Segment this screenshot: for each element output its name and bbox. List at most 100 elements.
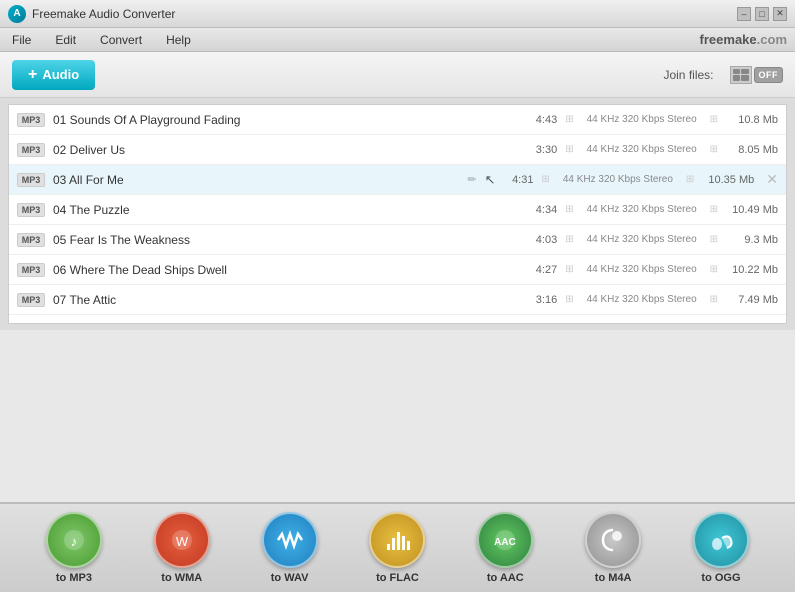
- list-and-space: MP3 01 Sounds Of A Playground Fading 4:4…: [0, 98, 795, 502]
- file-duration: 4:27: [527, 264, 557, 276]
- table-row[interactable]: MP3 05 Fear Is The Weakness 4:03 ⊞ 44 KH…: [9, 225, 786, 255]
- svg-text:♪: ♪: [71, 534, 78, 549]
- convert-label: to FLAC: [376, 572, 419, 584]
- join-toggle[interactable]: OFF: [730, 66, 784, 84]
- file-size: 10.22 Mb: [726, 264, 778, 276]
- file-meta: 44 KHz 320 Kbps Stereo: [582, 294, 702, 305]
- file-meta: 44 KHz 320 Kbps Stereo: [582, 114, 702, 125]
- icon-ogg-icon: [693, 512, 749, 568]
- table-row[interactable]: MP3 06 Where The Dead Ships Dwell 4:27 ⊞…: [9, 255, 786, 285]
- file-size: 10.35 Mb: [702, 174, 754, 186]
- convert-toogg-button[interactable]: to OGG: [676, 512, 766, 584]
- file-duration: 4:31: [503, 174, 533, 186]
- file-size: 7.49 Mb: [726, 294, 778, 306]
- menu-convert[interactable]: Convert: [96, 31, 146, 49]
- plus-icon: +: [28, 66, 37, 84]
- convert-label: to WMA: [161, 572, 202, 584]
- format-badge: MP3: [17, 233, 45, 247]
- format-badge: MP3: [17, 203, 45, 217]
- menu-help[interactable]: Help: [162, 31, 195, 49]
- convert-toflac-button[interactable]: to FLAC: [352, 512, 442, 584]
- file-duration: 4:43: [527, 114, 557, 126]
- separator: ⊞: [565, 264, 573, 275]
- grid-icon: [730, 66, 752, 84]
- file-meta: 44 KHz 320 Kbps Stereo: [582, 204, 702, 215]
- minimize-button[interactable]: –: [737, 7, 751, 21]
- icon-wav-icon: [262, 512, 318, 568]
- toggle-off-button[interactable]: OFF: [754, 67, 784, 83]
- edit-icon[interactable]: ✏: [467, 173, 476, 186]
- separator: ⊞: [565, 234, 573, 245]
- file-name: 02 Deliver Us: [53, 143, 519, 157]
- convert-label: to WAV: [271, 572, 309, 584]
- separator2: ⊞: [686, 174, 694, 185]
- file-size: 9.3 Mb: [726, 234, 778, 246]
- separator: ⊞: [565, 294, 573, 305]
- file-list[interactable]: MP3 01 Sounds Of A Playground Fading 4:4…: [8, 104, 787, 324]
- menu-edit[interactable]: Edit: [51, 31, 80, 49]
- format-badge: MP3: [17, 113, 45, 127]
- separator2: ⊞: [710, 204, 718, 215]
- table-row[interactable]: MP3 07 The Attic 3:16 ⊞ 44 KHz 320 Kbps …: [9, 285, 786, 315]
- add-audio-button[interactable]: + Audio: [12, 60, 95, 90]
- menu-file[interactable]: File: [8, 31, 35, 49]
- format-badge: MP3: [17, 143, 45, 157]
- file-meta: 44 KHz 320 Kbps Stereo: [582, 234, 702, 245]
- separator2: ⊞: [710, 294, 718, 305]
- file-name: 03 All For Me: [53, 173, 459, 187]
- menu-bar: File Edit Convert Help freemake.com: [0, 28, 795, 52]
- convert-label: to OGG: [701, 572, 740, 584]
- file-size: 8.05 Mb: [726, 144, 778, 156]
- convert-toaac-button[interactable]: AAC to AAC: [460, 512, 550, 584]
- svg-text:W: W: [176, 534, 189, 549]
- title-bar-left: A Freemake Audio Converter: [8, 5, 175, 23]
- convert-label: to AAC: [487, 572, 524, 584]
- join-files-label: Join files:: [663, 68, 713, 82]
- icon-wma-icon: W: [154, 512, 210, 568]
- close-button[interactable]: ✕: [773, 7, 787, 21]
- separator2: ⊞: [710, 114, 718, 125]
- app-icon: A: [8, 5, 26, 23]
- file-name: 05 Fear Is The Weakness: [53, 233, 519, 247]
- file-size: 10.8 Mb: [726, 114, 778, 126]
- separator: ⊞: [565, 144, 573, 155]
- file-name: 04 The Puzzle: [53, 203, 519, 217]
- convert-tomp3-button[interactable]: ♪ to MP3: [29, 512, 119, 584]
- file-name: 01 Sounds Of A Playground Fading: [53, 113, 519, 127]
- convert-label: to M4A: [595, 572, 632, 584]
- separator: ⊞: [565, 204, 573, 215]
- icon-mp3-icon: ♪: [46, 512, 102, 568]
- icon-aac-icon: AAC: [477, 512, 533, 568]
- format-badge: MP3: [17, 173, 45, 187]
- remove-file-button[interactable]: ✕: [766, 171, 778, 188]
- toolbar: + Audio Join files: OFF: [0, 52, 795, 98]
- file-meta: 44 KHz 320 Kbps Stereo: [558, 174, 678, 185]
- spacer-area: [0, 330, 795, 502]
- cursor-icon: ↖: [485, 172, 496, 188]
- file-duration: 3:16: [527, 294, 557, 306]
- svg-text:AAC: AAC: [494, 537, 516, 548]
- table-row[interactable]: MP3 02 Deliver Us 3:30 ⊞ 44 KHz 320 Kbps…: [9, 135, 786, 165]
- table-row[interactable]: MP3 01 Sounds Of A Playground Fading 4:4…: [9, 105, 786, 135]
- convert-tom4a-button[interactable]: to M4A: [568, 512, 658, 584]
- title-bar: A Freemake Audio Converter – □ ✕: [0, 0, 795, 28]
- icon-m4a-icon: [585, 512, 641, 568]
- table-row[interactable]: MP3 03 All For Me ✏ ↖ 4:31 ⊞ 44 KHz 320 K…: [9, 165, 786, 195]
- convert-towma-button[interactable]: W to WMA: [137, 512, 227, 584]
- file-size: 10.49 Mb: [726, 204, 778, 216]
- format-badge: MP3: [17, 293, 45, 307]
- main-content: MP3 01 Sounds Of A Playground Fading 4:4…: [0, 98, 795, 502]
- separator: ⊞: [541, 174, 549, 185]
- file-meta: 44 KHz 320 Kbps Stereo: [582, 144, 702, 155]
- icon-flac-icon: [369, 512, 425, 568]
- title-bar-controls: – □ ✕: [737, 7, 787, 21]
- table-row[interactable]: MP3 04 The Puzzle 4:34 ⊞ 44 KHz 320 Kbps…: [9, 195, 786, 225]
- file-name: 07 The Attic: [53, 293, 519, 307]
- branding: freemake.com: [700, 32, 787, 47]
- maximize-button[interactable]: □: [755, 7, 769, 21]
- converter-bar: ♪ to MP3 W to WMA to WAV to FLAC AAC to …: [0, 502, 795, 592]
- file-duration: 4:34: [527, 204, 557, 216]
- convert-towav-button[interactable]: to WAV: [245, 512, 335, 584]
- file-meta: 44 KHz 320 Kbps Stereo: [582, 264, 702, 275]
- file-duration: 3:30: [527, 144, 557, 156]
